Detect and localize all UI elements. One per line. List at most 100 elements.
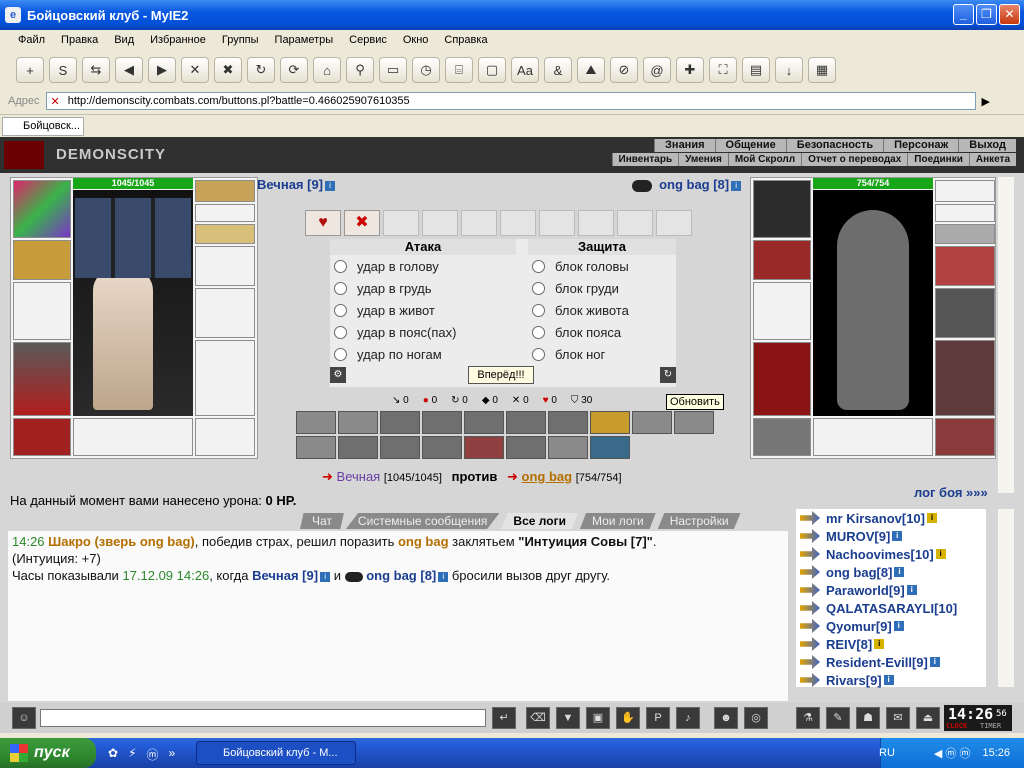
skill-slot[interactable] [422,436,462,459]
skill-slot[interactable] [506,436,546,459]
weapon-slot[interactable] [13,282,71,340]
grid-icon[interactable]: ▦ [808,57,836,83]
radio-button[interactable] [334,348,347,361]
attack-legs[interactable]: удар по ногам [334,347,442,362]
player-name[interactable]: Вечная [9] i [257,177,336,192]
info-icon[interactable]: i [883,675,894,685]
character-icon[interactable]: ☗ [856,707,880,729]
attack-head[interactable]: удар в голову [334,259,439,274]
skill-slot[interactable] [590,411,630,434]
radio-button[interactable] [532,326,545,339]
menu-help[interactable]: Справка [444,34,487,46]
exit-icon[interactable]: ⏏ [916,707,940,729]
private-icon[interactable] [800,565,820,579]
info-icon[interactable]: i [438,571,449,582]
user-row[interactable]: QALATASARAYLI[10] [796,599,986,617]
refresh-icon[interactable]: ↻ [247,57,275,83]
skill-slot[interactable] [296,411,336,434]
new-tab-icon[interactable]: + [16,57,44,83]
close-button[interactable]: ✕ [999,4,1020,25]
skill-slot[interactable] [380,411,420,434]
save-icon[interactable]: S [49,57,77,83]
heart-scroll-icon[interactable]: ♥ [305,210,341,236]
info-icon[interactable]: i [320,571,331,582]
private-icon[interactable] [800,655,820,669]
chat-input[interactable] [40,709,486,727]
nav-fights[interactable]: Поединки [907,153,969,166]
quicklaunch-icon[interactable]: ✿ [108,746,118,763]
proxy-icon[interactable]: ⇆ [82,57,110,83]
skill-slot[interactable] [296,436,336,459]
open-folder-icon[interactable]: ⌸ [445,57,473,83]
leggings-slot[interactable] [195,340,255,416]
world-icon[interactable]: ◎ [744,707,768,729]
page-scrollbar[interactable] [998,177,1014,493]
weapon-slot[interactable] [753,282,811,340]
browser-tab[interactable]: Бойцовск... [2,117,84,136]
attack-stomach[interactable]: удар в живот [334,303,435,318]
user-row[interactable]: Qyomur[9] i [796,617,986,635]
empty-scroll-slot[interactable] [422,210,458,236]
user-row[interactable]: Resident-Evill[9] i [796,653,986,671]
skill-slot[interactable] [548,411,588,434]
block-head[interactable]: блок головы [532,259,629,274]
block-waist[interactable]: блок пояса [532,325,621,340]
layout-icon[interactable]: ▤ [742,57,770,83]
go-icon[interactable]: ▶ [982,95,990,108]
mail-icon[interactable]: ✉ [886,707,910,729]
nav-exit[interactable]: Выход [958,139,1016,152]
menu-view[interactable]: Вид [114,34,134,46]
minimize-button[interactable]: _ [953,4,974,25]
start-button[interactable]: пуск [0,738,96,768]
block-chest[interactable]: блок груди [532,281,619,296]
encoding-icon[interactable]: & [544,57,572,83]
empty-scroll-slot[interactable] [383,210,419,236]
info-icon[interactable]: i [874,639,885,649]
helmet-slot[interactable] [753,180,811,238]
skill-slot[interactable] [590,436,630,459]
private-log-icon[interactable]: P [646,707,670,729]
attack-chest[interactable]: удар в грудь [334,281,432,296]
user-row[interactable]: Nachoovimes[10] i [796,545,986,563]
amulet-slot[interactable] [195,180,255,202]
amulet-slot[interactable] [935,180,995,202]
private-icon[interactable] [800,547,820,561]
refresh-all-icon[interactable]: ⟳ [280,57,308,83]
info-icon[interactable]: i [906,585,917,595]
block-stomach[interactable]: блок живота [532,303,629,318]
maximize-button[interactable]: ❐ [976,4,997,25]
attack-groin[interactable]: удар в пояс(пах) [334,325,456,340]
save-log-icon[interactable]: ▣ [586,707,610,729]
user-row[interactable]: Rivars[9] i [796,671,986,689]
info-icon[interactable]: i [731,181,742,192]
skill-slot[interactable] [632,411,672,434]
radio-button[interactable] [532,304,545,317]
radio-button[interactable] [334,260,347,273]
radio-button[interactable] [532,282,545,295]
menu-groups[interactable]: Группы [222,34,259,46]
forward-button[interactable]: Вперёд!!! [468,366,534,384]
user-row[interactable]: mr Kirsanov[10] i [796,509,986,527]
armor-slot[interactable] [13,342,71,416]
nav-communication[interactable]: Общение [714,139,786,152]
private-icon[interactable] [800,673,820,687]
radio-button[interactable] [334,304,347,317]
menu-file[interactable]: Файл [18,34,45,46]
shield-slot[interactable] [935,288,995,338]
gloves-slot[interactable] [195,246,255,286]
skill-slot[interactable] [674,411,714,434]
refresh-icon[interactable]: ↻ [660,367,676,383]
user-row[interactable]: Paraworld[9] i [796,581,986,599]
tab-all-logs[interactable]: Все логи [501,513,578,529]
fullscreen-icon[interactable]: ⛶ [709,57,737,83]
quicklaunch-icon[interactable]: ⚡ [128,746,136,763]
stop-icon[interactable]: ✕ [181,57,209,83]
leggings-slot[interactable] [935,340,995,416]
empty-scroll-slot[interactable] [500,210,536,236]
earring-slot[interactable] [935,204,995,222]
info-icon[interactable]: i [893,621,904,631]
private-icon[interactable] [800,529,820,543]
settings-icon[interactable]: ⚙ [330,367,346,383]
skill-slot[interactable] [338,436,378,459]
menu-edit[interactable]: Правка [61,34,98,46]
